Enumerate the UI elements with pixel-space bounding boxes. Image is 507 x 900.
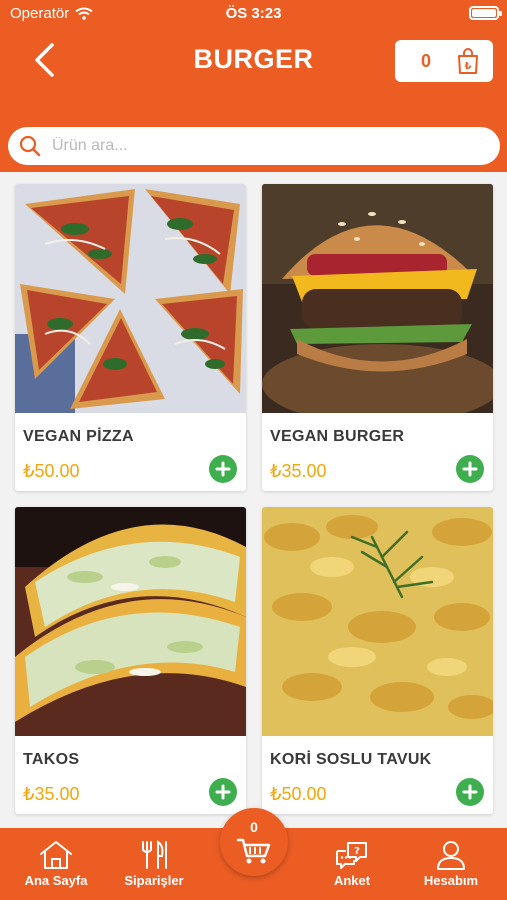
status-bar: Operatör ÖS 3:23: [0, 0, 507, 26]
taco-photo: [15, 507, 246, 736]
add-to-cart-button[interactable]: [456, 778, 484, 806]
tab-home-label: Ana Sayfa: [24, 873, 88, 888]
product-price: ₺50.00: [270, 784, 327, 804]
battery-icon: [469, 6, 502, 20]
svg-text:?: ?: [354, 846, 360, 857]
product-card[interactable]: VEGAN BURGER ₺35.00: [262, 184, 493, 491]
cart-count: 0: [421, 50, 432, 71]
status-time: ÖS 3:23: [225, 5, 282, 22]
product-price: ₺50.00: [23, 461, 80, 481]
product-price: ₺35.00: [270, 461, 327, 481]
tab-account[interactable]: Hesabım: [401, 840, 501, 888]
shopping-cart-icon: [236, 838, 271, 864]
header: Operatör ÖS 3:23 BURGER 0 ₺: [0, 0, 507, 172]
plus-icon: [462, 461, 478, 477]
product-name: TAKOS: [23, 751, 80, 768]
tab-survey-label: Anket: [333, 873, 371, 888]
user-icon: [437, 841, 465, 870]
add-to-cart-button[interactable]: [209, 778, 237, 806]
search-input[interactable]: [52, 137, 472, 155]
tab-account-label: Hesabım: [423, 873, 479, 888]
burger-photo: [262, 184, 493, 413]
tab-orders-label: Siparişler: [124, 873, 184, 888]
tab-survey[interactable]: ? Anket: [302, 840, 402, 888]
home-icon: [40, 841, 72, 869]
tab-orders[interactable]: Siparişler: [104, 840, 204, 888]
product-name: VEGAN BURGER: [270, 428, 405, 445]
product-card[interactable]: KORİ SOSLU TAVUK ₺50.00: [262, 507, 493, 814]
chat-question-icon: ?: [336, 842, 367, 869]
center-cart-count: 0: [250, 819, 258, 835]
product-card[interactable]: VEGAN PİZZA ₺50.00: [15, 184, 246, 491]
tab-home[interactable]: Ana Sayfa: [6, 840, 106, 888]
product-card[interactable]: TAKOS ₺35.00: [15, 507, 246, 814]
product-grid: VEGAN PİZZA ₺50.00 VEGAN BURGER ₺35.00 T…: [0, 172, 507, 828]
add-to-cart-button[interactable]: [456, 455, 484, 483]
product-price: ₺35.00: [23, 784, 80, 804]
svg-text:₺: ₺: [465, 61, 472, 72]
plus-icon: [215, 784, 231, 800]
search-icon: [19, 135, 41, 157]
product-name: VEGAN PİZZA: [23, 428, 134, 445]
fork-knife-icon: [142, 840, 167, 869]
shopping-bag-icon: ₺: [458, 48, 478, 74]
plus-icon: [215, 461, 231, 477]
cart-button[interactable]: 0 ₺: [395, 40, 493, 82]
add-to-cart-button[interactable]: [209, 455, 237, 483]
pizza-photo: [15, 184, 246, 413]
curry-chicken-photo: [262, 507, 493, 736]
product-name: KORİ SOSLU TAVUK: [270, 751, 432, 768]
center-cart-button[interactable]: 0: [220, 808, 288, 876]
search-bar[interactable]: [8, 127, 500, 165]
plus-icon: [462, 784, 478, 800]
